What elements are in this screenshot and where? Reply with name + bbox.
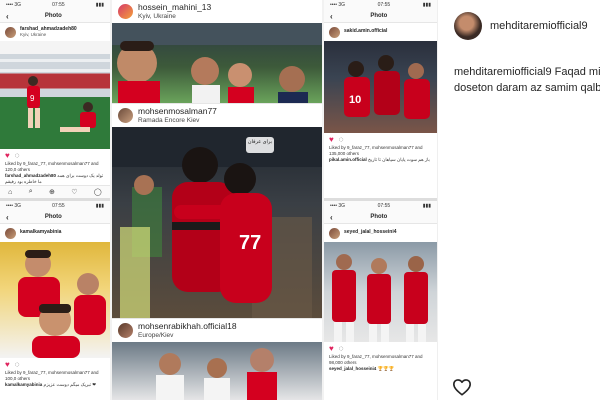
- post-header: kamalkamyabinia: [0, 224, 110, 242]
- comment-line: seyed_jalal_hosseini4 🏆🏆🏆: [329, 366, 395, 372]
- post-caption: mehditaremiofficial9 Faqad mit doseton d…: [454, 64, 600, 96]
- feed-post-1: hossein_mahini_13 Kyiv, Ukraine: [112, 0, 322, 103]
- post-header: seyed_jalal_hosseini4: [324, 224, 437, 242]
- phone-screenshot-1: •••• 3G 07:55 ▮▮▮ ‹ Photo farshad_ahmadz…: [0, 0, 110, 201]
- post-header: mohsenmosalman77 Ramada Encore Kiev: [112, 103, 322, 127]
- players-hug: 77: [112, 127, 322, 318]
- comment-icon[interactable]: ◌: [339, 135, 344, 144]
- svg-text:77: 77: [239, 232, 261, 254]
- avatar: [5, 26, 16, 38]
- avatar[interactable]: [454, 12, 482, 40]
- tab-bar: ⌂ ⌕ ⊕ ♡ ◯: [0, 185, 110, 199]
- comment-icon[interactable]: ◌: [15, 151, 20, 160]
- player-figures: 9: [0, 59, 110, 132]
- post-actions: ♥ ◌: [0, 358, 110, 370]
- feed-post-2: mohsenmosalman77 Ramada Encore Kiev 77 ب…: [112, 103, 322, 318]
- post-photo: [112, 342, 322, 400]
- post-photo: [324, 242, 437, 342]
- post-photo: [112, 23, 322, 103]
- caption-line-2: doseton daram az samim qalb ❤: [454, 82, 600, 94]
- search-icon[interactable]: ⌕: [29, 188, 33, 196]
- likes-text: Liked by 9_faraz_77, mohsenmosalman77 an…: [329, 354, 423, 366]
- photo-watermark: برای عرفان: [247, 139, 273, 145]
- post-header: hossein_mahini_13 Kyiv, Ukraine: [112, 0, 322, 23]
- svg-text:10: 10: [349, 94, 361, 106]
- status-bar: •••• 3G 07:55 ▮▮▮: [324, 0, 437, 10]
- heart-icon[interactable]: ♥: [5, 151, 10, 160]
- post-photo: [0, 242, 110, 358]
- heart-icon[interactable]: ♥: [5, 360, 10, 369]
- post-photo: 10: [324, 41, 437, 133]
- likes-text: Liked by 9_faraz_77, mohsenmosalman77 an…: [329, 145, 423, 157]
- team-figures: [156, 348, 277, 400]
- status-bar: •••• 3G 07:55 ▮▮▮: [324, 201, 437, 211]
- avatar: [118, 108, 133, 123]
- comment-icon[interactable]: ◌: [15, 360, 20, 369]
- caption-line-1: mehditaremiofficial9 Faqad mit: [454, 66, 600, 78]
- likes-text: Liked by 9_faraz_77, mohsenmosalman77 an…: [5, 370, 99, 382]
- selfie-figures: [18, 250, 106, 358]
- home-icon[interactable]: ⌂: [8, 189, 12, 196]
- post-header: farshad_ahmadzadeh80 Kyiv, Ukraine: [0, 23, 110, 41]
- phone-screenshot-3: •••• 3G 07:55 ▮▮▮ ‹ Photo sakid.amin.off…: [324, 0, 437, 201]
- author-username[interactable]: mehditaremiofficial9: [490, 20, 588, 32]
- post-header: sakid.amin.official: [324, 23, 437, 41]
- celebration-figures: 10: [344, 55, 430, 119]
- avatar: [329, 227, 340, 239]
- avatar: [329, 26, 340, 38]
- svg-text:9: 9: [30, 94, 35, 103]
- post-sidebar: mehditaremiofficial9 mehditaremiofficial…: [437, 0, 600, 400]
- post-actions: ♥ ◌: [324, 342, 437, 354]
- post-actions: ♥ ◌: [0, 149, 110, 161]
- post-actions: ♥ ◌: [324, 133, 437, 145]
- status-bar: •••• 3G 07:55 ▮▮▮: [0, 0, 110, 10]
- nav-bar: ‹ Photo: [0, 211, 110, 224]
- comment-icon[interactable]: ◌: [339, 344, 344, 353]
- collage-column-2: hossein_mahini_13 Kyiv, Ukraine mohsenmo…: [112, 0, 322, 400]
- nav-bar: ‹ Photo: [0, 10, 110, 23]
- avatar: [5, 227, 16, 239]
- collage-column-3: •••• 3G 07:55 ▮▮▮ ‹ Photo sakid.amin.off…: [324, 0, 437, 400]
- post-author: mehditaremiofficial9: [454, 12, 588, 40]
- heart-outline-icon[interactable]: [452, 378, 472, 396]
- nav-bar: ‹ Photo: [324, 211, 437, 224]
- avatar: [118, 323, 133, 338]
- feed-post-3: mohsenrabikhah.official18 Europe/Kiev: [112, 318, 322, 400]
- heart-icon[interactable]: ♥: [329, 344, 334, 353]
- add-icon[interactable]: ⊕: [49, 188, 55, 196]
- team-figures: [332, 254, 428, 342]
- post-photo: 9: [0, 41, 110, 149]
- comment-line: kamalkamyabinia تبریک میگم دوست عزیزم ❤: [5, 382, 97, 388]
- phone-screenshot-2: •••• 3G 07:55 ▮▮▮ ‹ Photo kamalkamyabini…: [0, 201, 110, 400]
- activity-icon[interactable]: ♡: [71, 188, 77, 196]
- avatar: [118, 4, 133, 19]
- status-bar: •••• 3G 07:55 ▮▮▮: [0, 201, 110, 211]
- selfie-figures: [112, 23, 322, 103]
- post-header: mohsenrabikhah.official18 Europe/Kiev: [112, 318, 322, 342]
- nav-bar: ‹ Photo: [324, 10, 437, 23]
- collage-column-1: •••• 3G 07:55 ▮▮▮ ‹ Photo farshad_ahmadz…: [0, 0, 110, 400]
- post-photo: 77 برای عرفان: [112, 127, 322, 318]
- comment-line: pikal.amin.official باز هم سوت پایان سپا…: [329, 157, 430, 163]
- phone-screenshot-4: •••• 3G 07:55 ▮▮▮ ‹ Photo seyed_jalal_ho…: [324, 201, 437, 400]
- comment-line: farshad_ahmadzadeh80 تولد یک دوست برای ه…: [5, 173, 104, 185]
- post-image: •••• 3G 07:55 ▮▮▮ ‹ Photo farshad_ahmadz…: [0, 0, 437, 400]
- profile-icon[interactable]: ◯: [94, 188, 102, 196]
- likes-text: Liked by 9_faraz_77, mohsenmosalman77 an…: [5, 161, 99, 173]
- heart-icon[interactable]: ♥: [329, 135, 334, 144]
